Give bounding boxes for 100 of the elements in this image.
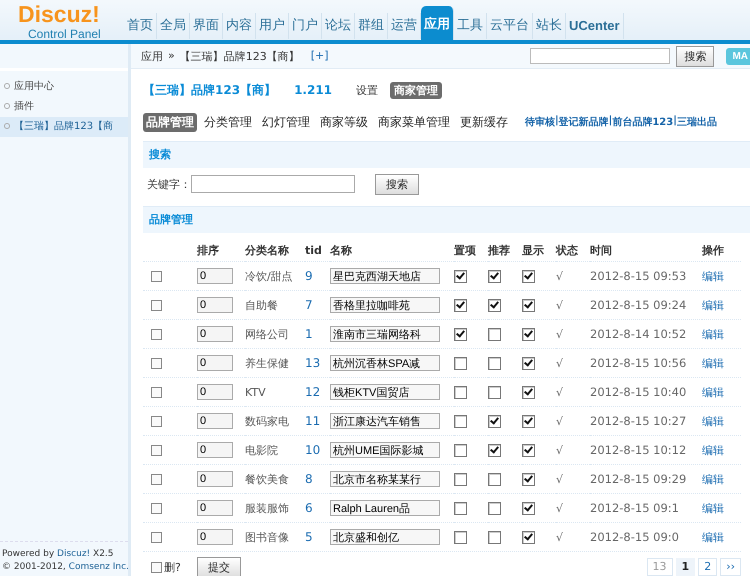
nav-tab[interactable]: 首页: [124, 13, 157, 39]
nav-tab[interactable]: 工具: [454, 13, 487, 39]
tid-link[interactable]: 6: [305, 501, 313, 515]
name-field[interactable]: Ralph Lauren品: [330, 500, 440, 516]
next-page-link[interactable]: ››: [720, 558, 741, 576]
show-checkbox[interactable]: [522, 328, 535, 341]
sidebar-item[interactable]: 应用中心: [0, 77, 128, 97]
sub-tab[interactable]: 商家菜单管理: [375, 112, 453, 132]
search-button[interactable]: 搜索: [676, 46, 714, 66]
mode-tab[interactable]: 商家管理: [390, 82, 442, 98]
nav-tab[interactable]: 全局: [157, 13, 190, 39]
show-checkbox[interactable]: [522, 502, 535, 515]
tid-link[interactable]: 7: [305, 298, 313, 312]
show-checkbox[interactable]: [522, 472, 535, 486]
edit-link[interactable]: 编辑: [702, 414, 724, 428]
company-link[interactable]: Comsenz Inc.: [68, 562, 129, 572]
breadcrumb-item[interactable]: 【三瑞】品牌123【商】: [180, 48, 300, 64]
tid-link[interactable]: 10: [305, 443, 320, 457]
sub-tab[interactable]: 品牌管理: [143, 112, 197, 132]
keyword-field[interactable]: [191, 175, 355, 193]
order-field[interactable]: 0: [197, 297, 233, 313]
plugin-link[interactable]: 待审核: [525, 115, 555, 129]
tid-link[interactable]: 9: [305, 269, 313, 283]
row-checkbox[interactable]: [151, 386, 162, 398]
name-field[interactable]: 星巴克西湖天地店: [330, 268, 440, 284]
mode-tab[interactable]: 设置: [352, 82, 382, 98]
discuz-link[interactable]: Discuz!: [57, 549, 90, 559]
nav-tab[interactable]: 论坛: [322, 13, 355, 39]
name-field[interactable]: 钱柜KTV国贸店: [330, 384, 440, 400]
sub-tab[interactable]: 幻灯管理: [259, 112, 313, 132]
page-link[interactable]: 2: [698, 558, 718, 576]
show-checkbox[interactable]: [522, 414, 535, 428]
show-checkbox[interactable]: [522, 444, 535, 457]
row-checkbox[interactable]: [151, 474, 162, 485]
edit-link[interactable]: 编辑: [702, 530, 724, 544]
tid-link[interactable]: 5: [305, 530, 313, 544]
recommend-checkbox[interactable]: [488, 298, 501, 312]
show-checkbox[interactable]: [522, 386, 535, 399]
row-checkbox[interactable]: [151, 358, 162, 369]
nav-tab[interactable]: 应用: [421, 6, 454, 40]
recommend-checkbox[interactable]: [488, 414, 501, 428]
nav-tab[interactable]: 界面: [190, 13, 223, 39]
row-checkbox[interactable]: [151, 328, 162, 340]
row-checkbox[interactable]: [151, 300, 162, 311]
row-checkbox[interactable]: [151, 270, 162, 282]
tid-link[interactable]: 11: [305, 414, 320, 428]
top-checkbox[interactable]: [454, 530, 467, 544]
nav-tab[interactable]: 站长: [533, 13, 566, 39]
order-field[interactable]: 0: [197, 326, 233, 342]
edit-link[interactable]: 编辑: [702, 328, 724, 340]
sidebar-item[interactable]: 插件: [0, 97, 128, 117]
recommend-checkbox[interactable]: [488, 472, 501, 486]
order-field[interactable]: 0: [197, 355, 233, 371]
row-checkbox[interactable]: [151, 502, 162, 514]
nav-tab[interactable]: 用户: [256, 13, 289, 39]
tid-link[interactable]: 12: [305, 385, 320, 399]
order-field[interactable]: 0: [197, 442, 233, 458]
nav-tab[interactable]: 内容: [223, 13, 256, 39]
order-field[interactable]: 0: [197, 413, 233, 429]
order-field[interactable]: 0: [197, 529, 233, 545]
recommend-checkbox[interactable]: [488, 270, 501, 283]
sidebar-item[interactable]: 【三瑞】品牌123【商: [0, 117, 128, 137]
recommend-checkbox[interactable]: [488, 444, 501, 457]
breadcrumb-item[interactable]: 应用: [141, 48, 163, 64]
delete-checkbox[interactable]: [151, 562, 162, 572]
edit-link[interactable]: 编辑: [702, 356, 724, 370]
top-checkbox[interactable]: [454, 298, 467, 312]
tid-link[interactable]: 8: [305, 472, 313, 486]
name-field[interactable]: 杭州UME国际影城: [330, 442, 440, 458]
order-field[interactable]: 0: [197, 500, 233, 516]
add-shortcut-link[interactable]: [+]: [310, 48, 329, 64]
show-checkbox[interactable]: [522, 298, 535, 312]
row-checkbox[interactable]: [151, 532, 162, 543]
name-field[interactable]: 北京市名称某某行: [330, 471, 440, 487]
name-field[interactable]: 香格里拉咖啡苑: [330, 297, 440, 313]
top-checkbox[interactable]: [454, 414, 467, 428]
top-checkbox[interactable]: [454, 270, 467, 283]
search-field[interactable]: [530, 48, 670, 64]
name-field[interactable]: 北京盛和创亿: [330, 529, 440, 545]
name-field[interactable]: 浙江康达汽车销售: [330, 413, 440, 429]
edit-link[interactable]: 编辑: [702, 270, 724, 282]
plugin-link[interactable]: 前台品牌123: [612, 115, 674, 129]
top-checkbox[interactable]: [454, 386, 467, 399]
nav-tab[interactable]: 门户: [289, 13, 322, 39]
page-link[interactable]: 1: [676, 558, 696, 576]
show-checkbox[interactable]: [522, 530, 535, 544]
recommend-checkbox[interactable]: [488, 530, 501, 544]
nav-tab[interactable]: 云平台: [487, 13, 533, 39]
sub-tab[interactable]: 更新缓存: [457, 112, 511, 132]
nav-tab[interactable]: UCenter: [566, 13, 624, 39]
edit-link[interactable]: 编辑: [702, 298, 724, 312]
show-checkbox[interactable]: [522, 270, 535, 283]
plugin-link[interactable]: 登记新品牌: [558, 115, 609, 129]
search-button[interactable]: 搜索: [375, 174, 419, 194]
edit-link[interactable]: 编辑: [702, 472, 724, 486]
recommend-checkbox[interactable]: [488, 328, 501, 341]
name-field[interactable]: 杭州沉香林SPA减: [330, 355, 440, 371]
top-checkbox[interactable]: [454, 502, 467, 515]
top-checkbox[interactable]: [454, 472, 467, 486]
nav-tab[interactable]: 群组: [355, 13, 388, 39]
